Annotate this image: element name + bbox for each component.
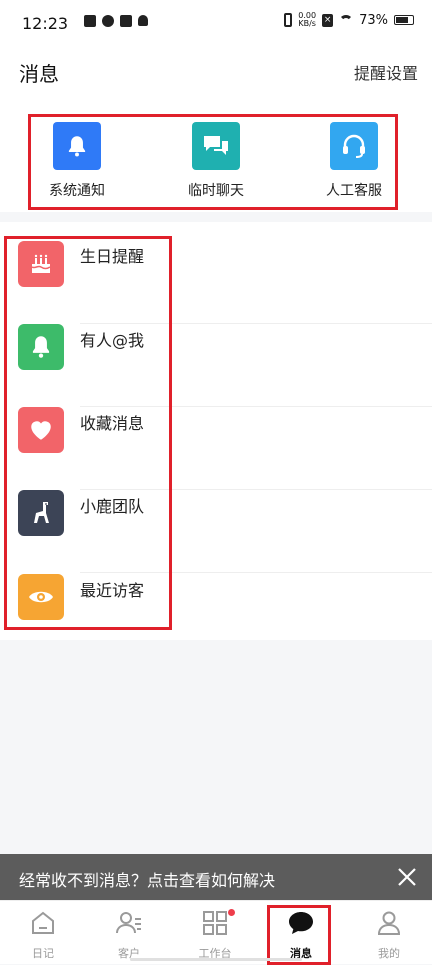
no-sim-icon: × <box>322 13 334 27</box>
bell-icon <box>138 15 148 26</box>
help-banner-text[interactable]: 经常收不到消息？点击查看如何解决 <box>19 867 275 891</box>
tab-customers[interactable]: 客户 <box>86 909 172 961</box>
app-notification-icon <box>102 15 114 27</box>
highlight-box <box>267 905 331 965</box>
status-bar: 12:23 0.00 KB/s × 73% <box>0 0 432 48</box>
status-right: 0.00 KB/s × 73% <box>284 12 414 28</box>
tab-workbench[interactable]: 工作台 <box>172 909 258 961</box>
tab-diary[interactable]: 日记 <box>0 909 86 961</box>
app-notification-icon <box>120 15 132 27</box>
quick-action-temp-chat[interactable]: 临时聊天 <box>168 122 264 200</box>
app-notification-icon <box>84 15 96 27</box>
header: 消息 提醒设置 <box>0 48 432 98</box>
highlight-box <box>4 236 172 630</box>
network-speed: 0.00 KB/s <box>298 11 317 28</box>
headset-icon <box>330 122 378 170</box>
home-indicator <box>130 958 302 961</box>
page-title: 消息 <box>19 62 59 86</box>
notification-badge <box>228 909 235 916</box>
tab-profile[interactable]: 我的 <box>346 909 432 961</box>
quick-action-customer-service[interactable]: 人工客服 <box>306 122 402 200</box>
battery-percent: 73% <box>359 12 388 28</box>
help-banner[interactable]: 经常收不到消息？点击查看如何解决 <box>0 854 432 900</box>
workbench-icon <box>203 911 227 935</box>
quick-action-system-notice[interactable]: 系统通知 <box>29 122 125 200</box>
wifi-icon <box>339 15 354 25</box>
status-time: 12:23 <box>22 14 69 33</box>
chat-icon <box>192 122 240 170</box>
customers-icon <box>116 912 141 934</box>
close-icon[interactable] <box>392 862 422 892</box>
quick-actions-panel: 系统通知 临时聊天 人工客服 <box>0 98 432 212</box>
notification-icons <box>84 15 148 27</box>
reminder-settings-link[interactable]: 提醒设置 <box>354 60 418 84</box>
message-category-list: 生日提醒 有人@我 收藏消息 小鹿团队 最近访客 <box>0 222 432 640</box>
diary-icon <box>32 911 54 934</box>
bell-icon <box>53 122 101 170</box>
bottom-tab-bar: 日记 客户 工作台 消息 我的 <box>0 900 432 965</box>
vibrate-icon <box>284 13 293 27</box>
battery-icon <box>394 15 414 25</box>
profile-icon <box>377 911 401 935</box>
